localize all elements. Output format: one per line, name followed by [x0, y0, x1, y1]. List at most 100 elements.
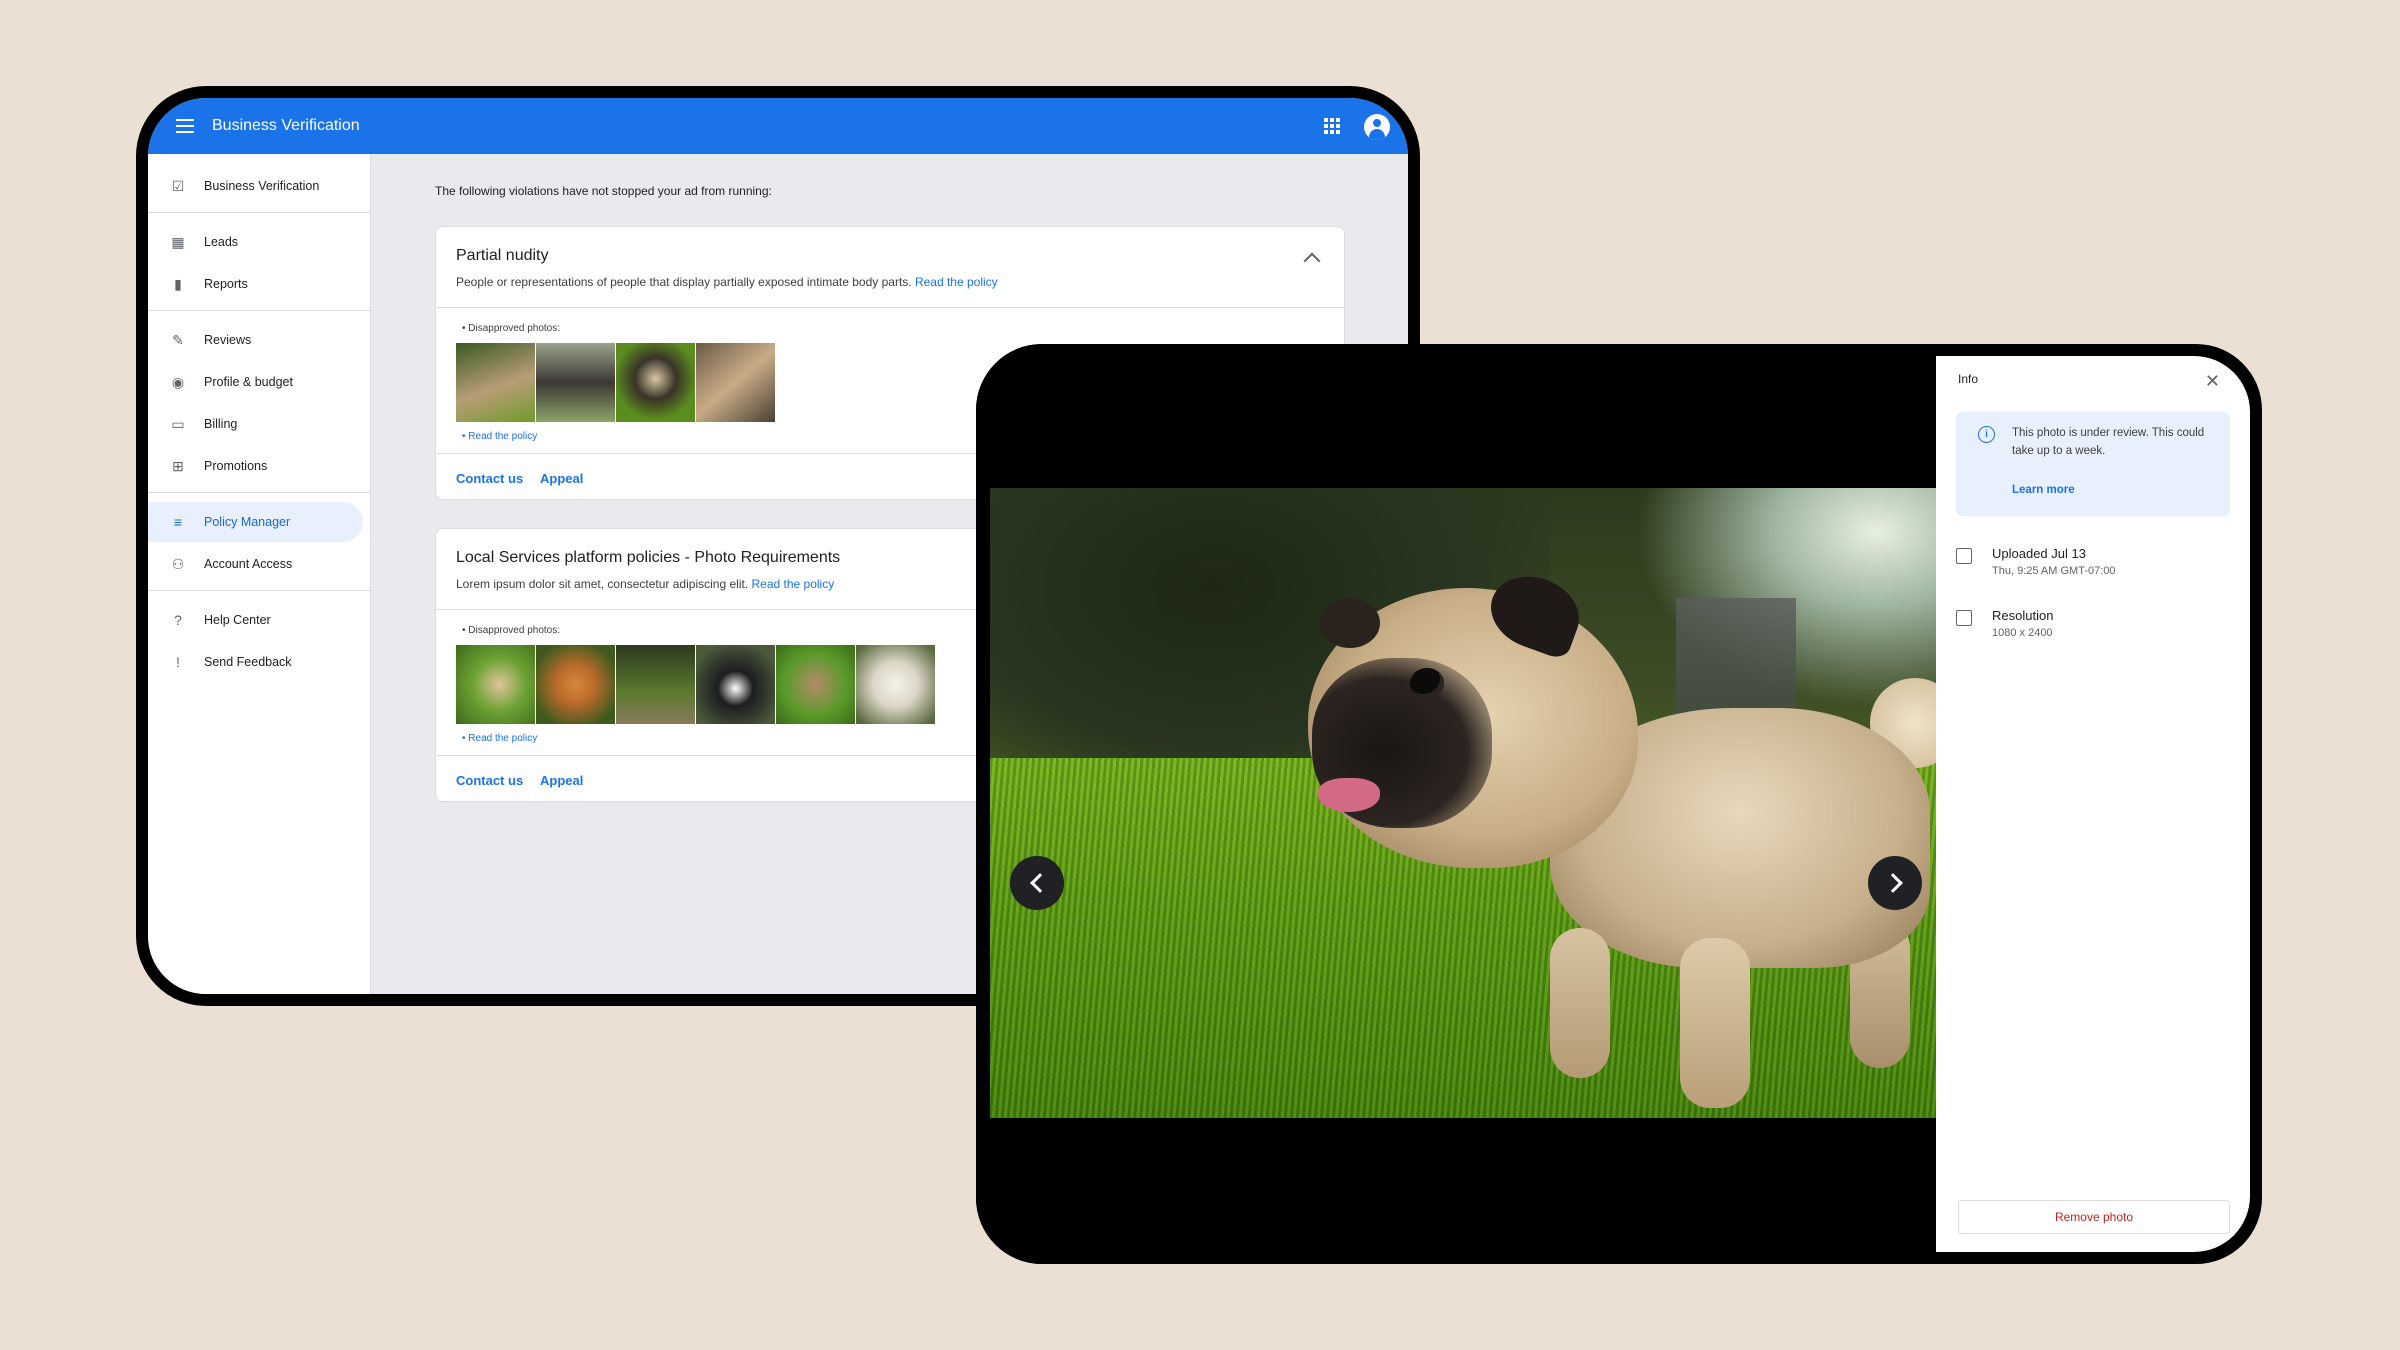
gift-icon: ⊞ [172, 457, 184, 474]
info-icon: i [1978, 426, 1995, 443]
violation-title: Partial nudity [456, 247, 549, 264]
sidebar-item-help-center[interactable]: ? Help Center [148, 600, 363, 640]
review-notice-text: This photo is under review. This could t… [2012, 427, 2205, 457]
divider [436, 307, 1344, 308]
sidebar-divider [148, 310, 370, 311]
sidebar-item-account-access[interactable]: ⚇ Account Access [148, 544, 363, 584]
person-icon: ◉ [171, 373, 185, 390]
photo-thumbnail[interactable] [456, 645, 535, 724]
bar-chart-icon: ▮ [174, 275, 182, 292]
photo-thumbnail[interactable] [696, 645, 775, 724]
read-policy-text[interactable]: Read the policy [468, 431, 537, 442]
app-title: Business Verification [212, 117, 360, 134]
account-access-icon: ⚇ [171, 555, 185, 572]
billing-icon: ▭ [171, 415, 185, 432]
appeal-button[interactable]: Appeal [540, 773, 583, 788]
photo-thumbnail[interactable] [536, 645, 615, 724]
sidebar-item-label: Policy Manager [204, 515, 291, 529]
sidebar-item-profile-budget[interactable]: ◉ Profile & budget [148, 362, 363, 402]
calendar-icon [1956, 548, 1972, 564]
sidebar-item-promotions[interactable]: ⊞ Promotions [148, 446, 363, 486]
remove-photo-button[interactable]: Remove photo [1958, 1200, 2230, 1234]
sidebar-item-label: Leads [204, 235, 239, 249]
photo-viewer [976, 344, 1936, 1264]
photo-thumbnail[interactable] [616, 645, 695, 724]
menu-icon[interactable] [176, 119, 194, 133]
sidebar-divider [148, 492, 370, 493]
close-icon[interactable]: ✕ [2205, 372, 2220, 390]
feedback-icon: ! [176, 654, 180, 670]
sidebar-item-billing[interactable]: ▭ Billing [148, 404, 363, 444]
description-text: People or representations of people that… [456, 275, 912, 289]
policy-link[interactable]: Read the policy [751, 577, 834, 591]
contact-us-button[interactable]: Contact us [456, 773, 523, 788]
disapproved-label: • Disapproved photos: [462, 323, 561, 334]
description-text: Lorem ipsum dolor sit amet, consectetur … [456, 577, 749, 591]
sidebar: ☑ Business Verification ▦ Leads ▮ Report… [148, 154, 371, 994]
violation-title: Local Services platform policies - Photo… [456, 549, 841, 566]
appeal-button[interactable]: Appeal [540, 471, 583, 486]
disapproved-label-text: Disapproved photos: [468, 323, 561, 334]
uploaded-date: Uploaded Jul 13 [1992, 546, 2086, 561]
sidebar-divider [148, 590, 370, 591]
sidebar-divider [148, 212, 370, 213]
sidebar-item-send-feedback[interactable]: ! Send Feedback [148, 642, 363, 682]
disapproved-photos [456, 343, 776, 422]
violations-intro: The following violations have not stoppe… [435, 184, 772, 198]
review-notice: i This photo is under review. This could… [1956, 412, 2230, 516]
disapproved-label-text: Disapproved photos: [468, 625, 561, 636]
violation-description: Lorem ipsum dolor sit amet, consectetur … [456, 577, 834, 591]
sidebar-item-label: Profile & budget [204, 375, 293, 389]
sidebar-item-label: Help Center [204, 613, 271, 627]
uploaded-time: Thu, 9:25 AM GMT-07:00 [1992, 565, 2116, 577]
sidebar-item-policy-manager[interactable]: ≡ Policy Manager [148, 502, 363, 542]
next-photo-button[interactable] [1868, 856, 1922, 910]
previous-photo-button[interactable] [1010, 856, 1064, 910]
chevron-up-icon[interactable] [1303, 252, 1321, 270]
pug-photo [990, 488, 1936, 1118]
apps-grid-icon[interactable] [1324, 118, 1340, 134]
pug-ear [1320, 598, 1380, 648]
info-title: Info [1958, 372, 1979, 386]
info-panel: Info ✕ i This photo is under review. Thi… [1936, 356, 2250, 1252]
photo-thumbnail[interactable] [776, 645, 855, 724]
calendar-icon: ▦ [171, 233, 185, 250]
sidebar-item-leads[interactable]: ▦ Leads [148, 222, 363, 262]
resolution-label: Resolution [1992, 608, 2054, 623]
policy-link[interactable]: Read the policy [915, 275, 998, 289]
read-policy-link[interactable]: • Read the policy [462, 733, 537, 744]
sidebar-item-reports[interactable]: ▮ Reports [148, 264, 363, 304]
learn-more-link[interactable]: Learn more [2012, 484, 2075, 496]
photo-thumbnail[interactable] [456, 343, 535, 422]
pug-leg [1680, 938, 1750, 1108]
rate-review-icon: ✎ [172, 331, 184, 348]
policy-icon: ≡ [173, 514, 183, 530]
contact-us-button[interactable]: Contact us [456, 471, 523, 486]
sidebar-item-label: Promotions [204, 459, 268, 473]
read-policy-text[interactable]: Read the policy [468, 733, 537, 744]
avatar[interactable] [1364, 114, 1390, 140]
image-icon [1956, 610, 1972, 626]
sidebar-item-label: Billing [204, 417, 238, 431]
front-tablet: Info ✕ i This photo is under review. Thi… [976, 344, 2262, 1264]
help-icon: ? [174, 612, 182, 628]
sidebar-item-label: Account Access [204, 557, 293, 571]
sidebar-item-label: Business Verification [204, 179, 320, 193]
chevron-left-icon [1029, 873, 1050, 893]
sidebar-item-label: Send Feedback [204, 655, 292, 669]
photo-thumbnail[interactable] [616, 343, 695, 422]
read-policy-link[interactable]: • Read the policy [462, 431, 537, 442]
sidebar-item-reviews[interactable]: ✎ Reviews [148, 320, 363, 360]
app-bar: Business Verification [148, 98, 1408, 154]
disapproved-photos [456, 645, 936, 724]
disapproved-label: • Disapproved photos: [462, 625, 561, 636]
chevron-right-icon [1882, 873, 1903, 893]
pug-leg [1550, 928, 1610, 1078]
sidebar-item-business-verification[interactable]: ☑ Business Verification [148, 166, 363, 206]
photo-thumbnail[interactable] [536, 343, 615, 422]
photo-thumbnail[interactable] [696, 343, 775, 422]
photo-thumbnail[interactable] [856, 645, 935, 724]
violation-description: People or representations of people that… [456, 275, 998, 289]
sidebar-item-label: Reports [204, 277, 248, 291]
verified-icon: ☑ [171, 177, 185, 194]
